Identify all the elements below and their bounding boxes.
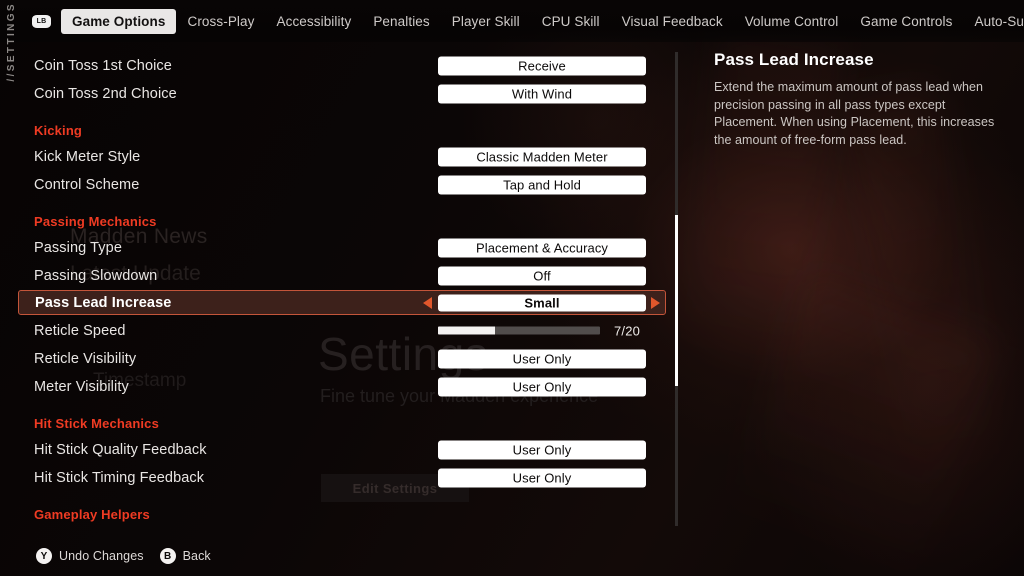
slider-control[interactable]: 7/20 [438, 321, 668, 340]
settings-row-value[interactable]: User Only [438, 377, 646, 396]
settings-row-label: Coin Toss 2nd Choice [34, 85, 177, 102]
section-header: Hit Stick Mechanics [18, 407, 666, 433]
section-header: Kicking [18, 114, 666, 140]
settings-row-value[interactable]: Classic Madden Meter [438, 147, 646, 166]
settings-row-value[interactable]: Off [438, 266, 646, 285]
lb-bumper-icon[interactable]: LB [32, 14, 51, 28]
slider-track[interactable] [438, 326, 600, 335]
settings-row-label: Reticle Visibility [34, 350, 137, 367]
scrollbar[interactable] [675, 52, 678, 526]
settings-row[interactable]: Coin Toss 1st Choice Receive [18, 52, 666, 79]
tab-cross-play[interactable]: Cross-Play [176, 9, 265, 34]
tab-volume-control[interactable]: Volume Control [734, 9, 850, 34]
section-header-label: Hit Stick Mechanics [34, 416, 159, 431]
detail-panel: Pass Lead Increase Extend the maximum am… [714, 50, 1006, 149]
button-hint[interactable]: B Back [159, 548, 211, 564]
scrollbar-thumb[interactable] [675, 215, 678, 386]
settings-row-label: Passing Type [34, 239, 122, 256]
settings-row-label: Meter Visibility [34, 378, 129, 395]
settings-row-label: Hit Stick Quality Feedback [34, 441, 207, 458]
settings-row-value[interactable]: Small [438, 294, 646, 311]
button-hint-bar: Y Undo Changes B Back [36, 548, 211, 564]
settings-row-label: Coin Toss 1st Choice [34, 57, 172, 74]
settings-row-value[interactable]: User Only [438, 349, 646, 368]
breadcrumb: //SETTINGS [0, 0, 22, 110]
section-header: Gameplay Helpers [18, 498, 666, 524]
settings-list: Coin Toss 1st Choice Receive Coin Toss 2nd… [18, 52, 666, 522]
y-button-icon: Y [36, 548, 52, 564]
button-hint-label: Back [182, 549, 211, 563]
tab-bar: LB Game Options Cross-Play Accessibility Pe… [0, 0, 1024, 42]
settings-row-value[interactable]: Tap and Hold [438, 175, 646, 194]
section-header: Passing Mechanics [18, 205, 666, 231]
settings-row-value[interactable]: Receive [438, 56, 646, 75]
settings-row-value[interactable]: User Only [438, 440, 646, 459]
detail-description: Extend the maximum amount of pass lead w… [714, 80, 995, 147]
settings-row-selected[interactable]: Pass Lead Increase Small [18, 290, 666, 315]
settings-row[interactable]: Hit Stick Timing Feedback User Only [18, 464, 666, 491]
settings-row[interactable]: Passing Type Placement & Accuracy [18, 234, 666, 261]
settings-screen: Madden News Latest Update Timestamp Sett… [0, 0, 1024, 576]
section-header-label: Kicking [34, 123, 83, 138]
settings-row-label: Kick Meter Style [34, 148, 141, 165]
detail-title: Pass Lead Increase [714, 50, 874, 69]
settings-row[interactable]: Hit Stick Quality Feedback User Only [18, 436, 666, 463]
settings-row-label: Hit Stick Timing Feedback [34, 469, 205, 486]
settings-row-value[interactable]: User Only [438, 468, 646, 487]
tab-penalties[interactable]: Penalties [362, 9, 440, 34]
slider-fill [438, 326, 495, 335]
settings-row[interactable]: Reticle Speed 7/20 [18, 317, 666, 344]
section-header-label: Passing Mechanics [34, 214, 157, 229]
settings-row[interactable]: Kick Meter Style Classic Madden Meter [18, 143, 666, 170]
tab-game-options[interactable]: Game Options [61, 8, 177, 34]
settings-row-label: Passing Slowdown [34, 267, 158, 284]
button-hint[interactable]: Y Undo Changes [36, 548, 144, 564]
left-arrow-icon[interactable] [423, 296, 432, 309]
button-hint-label: Undo Changes [59, 549, 144, 563]
tab-visual-feedback[interactable]: Visual Feedback [611, 9, 734, 34]
tab-player-skill[interactable]: Player Skill [441, 9, 531, 34]
tab-cpu-skill[interactable]: CPU Skill [531, 9, 611, 34]
settings-row-label: Reticle Speed [34, 322, 126, 339]
breadcrumb-label: //SETTINGS [5, 2, 17, 82]
settings-row[interactable]: Coin Toss 2nd Choice With Wind [18, 80, 666, 107]
settings-row-label: Pass Lead Increase [35, 294, 172, 311]
tab-accessibility[interactable]: Accessibility [265, 9, 362, 34]
tab-auto-subs[interactable]: Auto-Subs [963, 9, 1024, 34]
section-header-label: Gameplay Helpers [34, 507, 150, 522]
settings-row-label: Control Scheme [34, 176, 140, 193]
settings-row-value[interactable]: With Wind [438, 84, 646, 103]
slider-value: 7/20 [614, 323, 641, 338]
settings-row-value[interactable]: Placement & Accuracy [438, 238, 646, 257]
settings-row[interactable]: Reticle Visibility User Only [18, 345, 666, 372]
settings-row[interactable]: Control Scheme Tap and Hold [18, 171, 666, 198]
tab-game-controls[interactable]: Game Controls [849, 9, 963, 34]
settings-row[interactable]: Passing Slowdown Off [18, 262, 666, 289]
tab-list: Game Options Cross-Play Accessibility Penal… [61, 8, 1024, 34]
settings-row[interactable]: Meter Visibility User Only [18, 373, 666, 400]
right-arrow-icon[interactable] [651, 296, 660, 309]
b-button-icon: B [159, 548, 176, 564]
